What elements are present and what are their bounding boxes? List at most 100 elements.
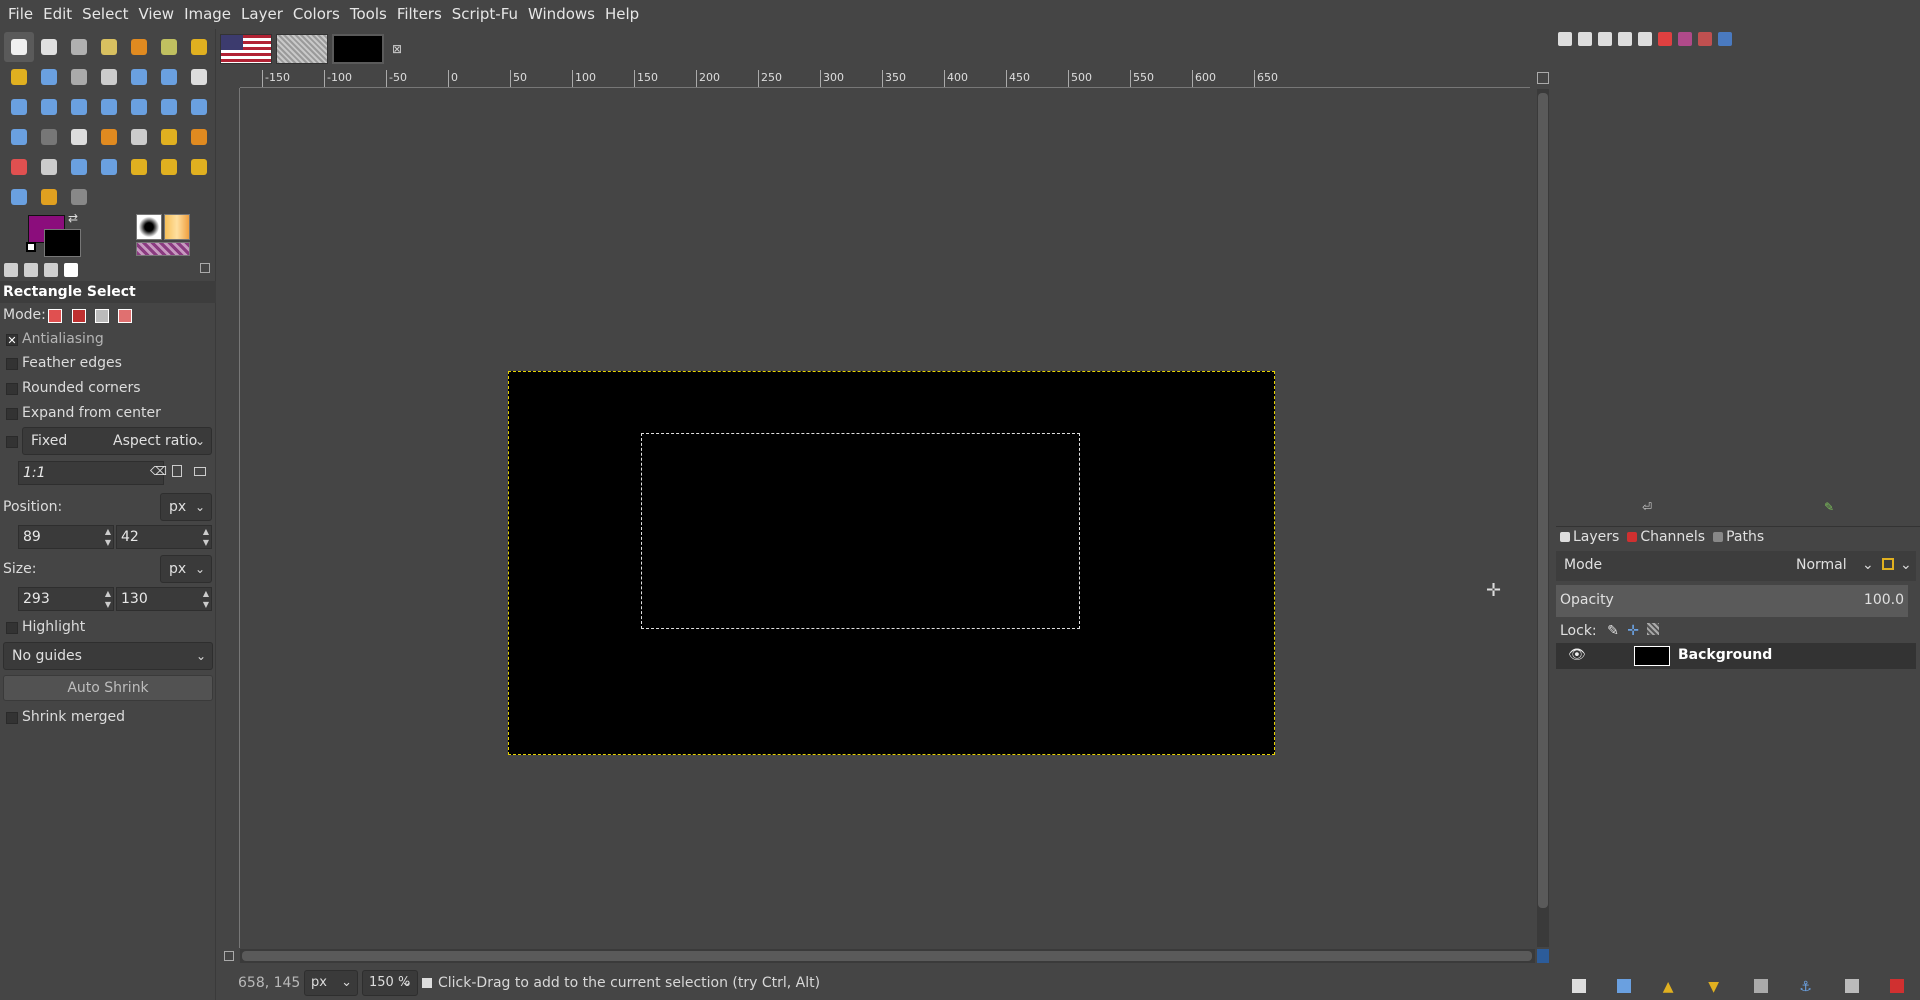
heal-tool[interactable] (154, 152, 184, 182)
layer-name[interactable]: Background (1678, 647, 1772, 663)
document-history-tab-icon[interactable] (1638, 32, 1652, 46)
menu-filters[interactable]: Filters (393, 0, 446, 29)
rounded-corners-checkbox[interactable] (6, 383, 18, 395)
highlight-checkbox[interactable] (6, 622, 18, 634)
menu-select[interactable]: Select (78, 0, 132, 29)
size-width-input[interactable]: 293 ▲ ▼ (18, 587, 114, 611)
rotate-tool[interactable] (34, 92, 64, 122)
shear-tool[interactable] (94, 92, 124, 122)
portrait-icon[interactable] (172, 465, 182, 477)
brushes-tab-icon[interactable] (1558, 32, 1572, 46)
rectangle-selection[interactable] (641, 433, 1080, 629)
text-tool[interactable] (64, 122, 94, 152)
gradient-preview[interactable] (136, 242, 190, 256)
brush-preview[interactable] (136, 214, 162, 240)
free-select-tool[interactable] (64, 32, 94, 62)
pencil-tool[interactable] (154, 122, 184, 152)
scissors-tool[interactable] (154, 32, 184, 62)
horizontal-scrollbar-thumb[interactable] (242, 951, 1532, 961)
navigate-icon[interactable] (1537, 949, 1549, 963)
pattern-preview[interactable] (164, 214, 190, 240)
tab-paths[interactable]: Paths (1713, 529, 1764, 545)
lock-position-icon[interactable]: ✛ (1627, 623, 1639, 639)
tab-channels[interactable]: Channels (1627, 529, 1705, 545)
duplicate-layer-icon[interactable] (1753, 979, 1768, 993)
new-layer-icon[interactable] (1571, 979, 1586, 993)
paint-icon[interactable]: ✎ (1824, 500, 1834, 514)
fuzzy-select-tool[interactable] (94, 32, 124, 62)
patterns-tab-icon[interactable] (1578, 32, 1592, 46)
device-status-tab-icon[interactable] (24, 263, 38, 277)
zoom-to-fit-icon[interactable] (1537, 72, 1549, 84)
menu-colors[interactable]: Colors (289, 0, 344, 29)
zoom-tool[interactable] (64, 62, 94, 92)
fixed-combo[interactable]: Fixed Aspect ratio ⌄ (22, 427, 212, 455)
composite-mode-icon[interactable] (1882, 558, 1894, 570)
guides-combo[interactable]: No guides ⌄ (3, 642, 213, 670)
position-x-input[interactable]: 89 ▲ ▼ (18, 525, 114, 549)
foreground-select-tool[interactable] (184, 32, 214, 62)
ruler-corner[interactable] (222, 70, 240, 88)
menu-windows[interactable]: Windows (524, 0, 599, 29)
vertical-scrollbar[interactable] (1537, 89, 1549, 947)
spin-arrows-icon[interactable]: ▲ ▼ (203, 526, 209, 548)
select-by-color-tool[interactable] (124, 32, 154, 62)
quick-mask-icon[interactable] (224, 951, 234, 961)
lock-alpha-icon[interactable] (1647, 623, 1660, 635)
position-unit-combo[interactable]: px ⌄ (160, 493, 212, 521)
position-y-input[interactable]: 42 ▲ ▼ (116, 525, 212, 549)
background-color[interactable] (44, 229, 81, 257)
menu-edit[interactable]: Edit (39, 0, 76, 29)
horizontal-ruler[interactable]: -150 -100 -50 0 50 100 150 200 250 300 350 400 450 50… (240, 70, 1530, 88)
close-icon[interactable]: ⊠ (392, 42, 402, 56)
tool-options-tab-icon[interactable] (4, 263, 18, 277)
menu-help[interactable]: Help (601, 0, 643, 29)
vertical-ruler[interactable] (222, 88, 240, 948)
color-picker-tool[interactable] (34, 62, 64, 92)
menu-image[interactable]: Image (180, 0, 235, 29)
images-list-tab-icon[interactable] (1718, 32, 1732, 46)
new-layer-group-icon[interactable] (1617, 979, 1632, 993)
merge-layer-icon[interactable] (1844, 979, 1859, 993)
size-height-input[interactable]: 130 ▲ ▼ (116, 587, 212, 611)
menu-script-fu[interactable]: Script-Fu (448, 0, 522, 29)
paths-tool[interactable] (4, 62, 34, 92)
spin-arrows-icon[interactable]: ▲ ▼ (105, 526, 111, 548)
menu-view[interactable]: View (134, 0, 178, 29)
mode-subtract-icon[interactable] (95, 309, 109, 323)
feather-edges-checkbox[interactable] (6, 358, 18, 370)
antialiasing-checkbox[interactable]: ✕ (6, 334, 18, 346)
mode-intersect-icon[interactable] (118, 309, 132, 323)
move-tool[interactable] (124, 62, 154, 92)
zoom-combo[interactable]: 150 % ⌄ (362, 970, 418, 996)
palettes-tab-icon[interactable] (1678, 32, 1692, 46)
rect-select-tool[interactable] (4, 32, 34, 62)
layer-mode-value[interactable]: Normal (1796, 557, 1847, 573)
undo-arrow-icon[interactable]: ⏎ (1642, 500, 1652, 514)
image-tab-noise[interactable] (276, 34, 328, 64)
size-unit-combo[interactable]: px ⌄ (160, 555, 212, 583)
flip-tool[interactable] (184, 92, 214, 122)
perspective-clone-tool[interactable] (184, 152, 214, 182)
eraser-tool[interactable] (4, 152, 34, 182)
dodge-burn-tool[interactable] (64, 182, 94, 212)
anchor-layer-icon[interactable]: ⚓ (1799, 979, 1813, 995)
spin-arrows-icon[interactable]: ▲ ▼ (105, 588, 111, 610)
gradient-tool[interactable] (124, 122, 154, 152)
clone-tool[interactable] (124, 152, 154, 182)
fonts-tab-icon[interactable] (1598, 32, 1612, 46)
ink-tool[interactable] (64, 152, 94, 182)
eye-icon[interactable]: 👁 (1568, 647, 1586, 663)
symmetry-tab-icon[interactable] (1698, 32, 1712, 46)
layer-mode-row[interactable]: Mode Normal ⌄ ⌄ (1556, 551, 1916, 581)
horizontal-scrollbar[interactable] (240, 949, 1535, 963)
warp-tool[interactable] (124, 92, 154, 122)
smudge-tool[interactable] (34, 182, 64, 212)
blur-tool[interactable] (4, 182, 34, 212)
layer-row[interactable]: 👁 Background (1556, 643, 1916, 669)
bucket-fill-tool[interactable] (94, 122, 124, 152)
default-colors-icon[interactable] (26, 242, 36, 252)
cage-tool[interactable] (4, 122, 34, 152)
landscape-icon[interactable] (194, 467, 206, 476)
tab-layers[interactable]: Layers (1560, 529, 1619, 545)
